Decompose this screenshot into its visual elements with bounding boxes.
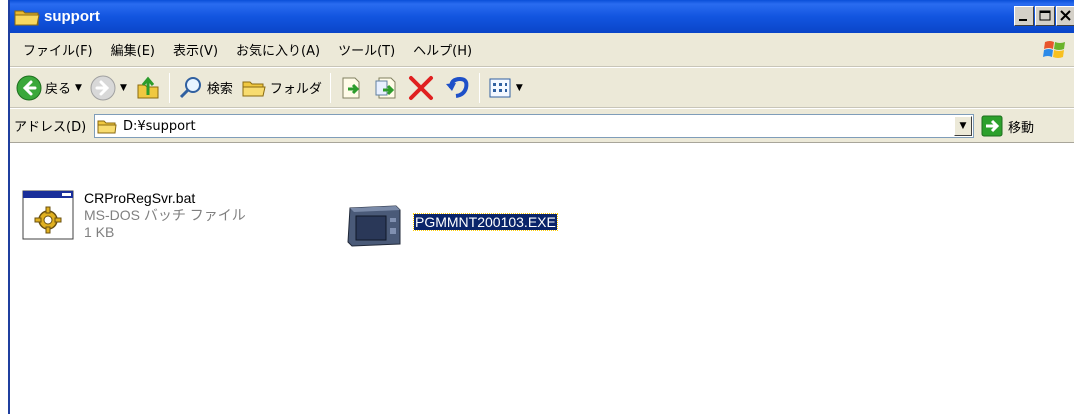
toolbar-separator <box>168 72 170 103</box>
address-bar: アドレス(D) D:¥support ▼ 移動 <box>10 109 1074 143</box>
folders-icon <box>242 81 266 96</box>
search-button[interactable]: 検索 <box>174 71 237 105</box>
file-list-pane[interactable]: CRProRegSvr.bat MS-DOS バッチ ファイル 1 KB PGM… <box>10 170 1074 414</box>
menu-view[interactable]: 表示(V) <box>164 40 227 59</box>
back-dropdown-icon[interactable]: ▼ <box>75 83 82 93</box>
forward-button[interactable]: ▼ <box>86 71 131 105</box>
search-label: 検索 <box>206 82 233 97</box>
menu-help[interactable]: ヘルプ(H) <box>404 40 481 59</box>
address-input[interactable]: D:¥support ▼ <box>94 114 974 138</box>
caption-buttons <box>1014 6 1074 26</box>
back-label: 戻る <box>45 82 72 97</box>
menu-favorites[interactable]: お気に入り(A) <box>227 40 329 59</box>
file-item[interactable]: PGMMNT200103.EXE <box>346 202 558 248</box>
file-details: CRProRegSvr.bat MS-DOS バッチ ファイル 1 KB <box>84 190 246 241</box>
minimize-button[interactable] <box>1014 6 1034 26</box>
file-name: CRProRegSvr.bat <box>84 190 196 206</box>
address-dropdown-button[interactable]: ▼ <box>954 116 972 136</box>
copy-to-icon <box>375 77 396 98</box>
address-value: D:¥support <box>123 118 196 134</box>
folders-label: フォルダ <box>269 82 322 97</box>
file-type: MS-DOS バッチ ファイル <box>84 207 246 223</box>
views-dropdown-icon[interactable]: ▼ <box>516 83 523 93</box>
address-label: アドレス(D) <box>14 120 87 135</box>
go-label: 移動 <box>1008 120 1035 136</box>
title-bar[interactable]: support <box>10 0 1074 33</box>
file-name-selected: PGMMNT200103.EXE <box>413 213 558 231</box>
folders-button[interactable]: フォルダ <box>237 71 326 105</box>
delete-button[interactable] <box>403 71 439 105</box>
menu-tools[interactable]: ツール(T) <box>329 40 404 59</box>
forward-dropdown-icon[interactable]: ▼ <box>120 83 127 93</box>
move-to-icon <box>342 77 360 98</box>
window-title: support <box>44 8 100 25</box>
application-exe-icon <box>347 205 401 247</box>
undo-button[interactable] <box>439 71 475 105</box>
explorer-window: support ファイル(F) 編集(E) 表示(V) お気に入り(A) ツール… <box>8 0 1074 414</box>
file-item[interactable]: CRProRegSvr.bat MS-DOS バッチ ファイル 1 KB <box>22 190 246 241</box>
delete-x-icon <box>408 75 433 100</box>
close-button[interactable] <box>1056 6 1074 26</box>
file-size: 1 KB <box>84 224 115 240</box>
toolbar: 戻る ▼ ▼ 検索 フォルダ ▼ <box>10 68 1074 108</box>
go-arrow-icon <box>981 115 1003 137</box>
back-button[interactable]: 戻る ▼ <box>12 71 86 105</box>
maximize-button[interactable] <box>1035 6 1055 26</box>
windows-logo-icon <box>1042 38 1068 62</box>
toolbar-separator <box>478 72 480 103</box>
up-folder-button[interactable] <box>131 71 165 105</box>
menu-file[interactable]: ファイル(F) <box>14 40 102 59</box>
search-icon <box>179 76 201 98</box>
toolbar-separator <box>329 72 331 103</box>
file-details: PGMMNT200103.EXE <box>413 202 558 248</box>
go-button[interactable]: 移動 <box>981 115 1034 137</box>
up-folder-icon <box>137 76 159 98</box>
batch-file-icon <box>22 190 74 240</box>
back-arrow-icon <box>16 75 42 100</box>
menu-bar: ファイル(F) 編集(E) 表示(V) お気に入り(A) ツール(T) ヘルプ(… <box>10 33 1074 67</box>
views-grid-icon <box>489 78 511 97</box>
copy-to-button[interactable] <box>369 71 403 105</box>
folder-icon <box>97 120 117 134</box>
views-button[interactable]: ▼ <box>484 71 527 105</box>
move-to-button[interactable] <box>335 71 369 105</box>
folder-icon <box>14 7 40 27</box>
forward-arrow-icon <box>90 75 116 100</box>
menu-edit[interactable]: 編集(E) <box>102 40 164 59</box>
undo-icon <box>445 76 469 98</box>
